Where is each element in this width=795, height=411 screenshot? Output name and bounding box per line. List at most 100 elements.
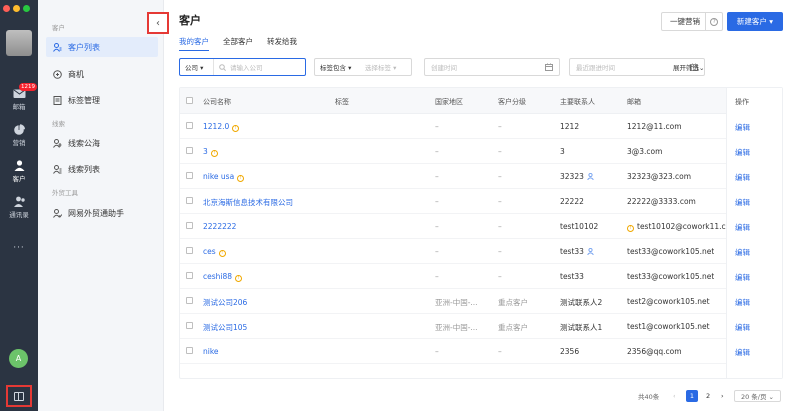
table-row: 测试公司105 亚洲-中国-... 重点客户 测试联系人1 test1@cowork10… — [180, 314, 782, 339]
edit-link[interactable]: 编辑 — [735, 322, 750, 333]
row-checkbox[interactable] — [186, 272, 193, 279]
row-checkbox[interactable] — [186, 222, 193, 229]
region-cell: – — [435, 197, 439, 206]
row-checkbox[interactable] — [186, 322, 193, 329]
maximize-window-button[interactable] — [23, 5, 30, 12]
table-row: 北京海斯信息技术有限公司 – – 22222 22222@3333.com — [180, 189, 782, 214]
sidebar-item-opportunity[interactable]: 商机 — [46, 64, 158, 84]
company-name-link[interactable]: 测试公司105 — [203, 323, 247, 332]
tab-my-customers[interactable]: 我的客户 — [179, 36, 209, 51]
minimize-window-button[interactable] — [13, 5, 20, 12]
contact-person-icon — [587, 248, 594, 255]
pagination-page-2[interactable]: 2 — [706, 390, 710, 402]
pagination-total: 共40条 — [638, 393, 660, 401]
one-click-marketing-button[interactable]: 一键营销 ? — [661, 12, 723, 31]
user-avatar[interactable]: A — [9, 349, 28, 368]
contact-person-icon — [587, 173, 594, 180]
pagination-next-button[interactable]: › — [721, 390, 724, 402]
company-field-select[interactable]: 公司 ▾ — [180, 59, 214, 75]
row-checkbox[interactable] — [186, 122, 193, 129]
opportunity-icon — [53, 69, 62, 79]
row-checkbox[interactable] — [186, 197, 193, 204]
window-controls — [3, 5, 30, 12]
page-size-select[interactable]: 20 条/页 ⌄ — [734, 390, 781, 402]
pagination-page-1[interactable]: 1 — [686, 390, 698, 402]
row-checkbox[interactable] — [186, 297, 193, 304]
table-row: nike usa! – – 32323 32323@323.com — [180, 164, 782, 189]
rail-item-label: 邮箱 — [12, 103, 26, 111]
edit-link[interactable]: 编辑 — [735, 272, 750, 283]
panel-toggle-button[interactable] — [6, 385, 32, 407]
pagination-prev-button[interactable]: ‹ — [673, 390, 676, 402]
sidebar-item-tag-management[interactable]: 标签管理 — [46, 90, 158, 110]
last-followup-placeholder: 最近跟进时间 — [576, 64, 615, 72]
table-row: ceshi88! – – test33 test33@cowork105.net — [180, 264, 782, 289]
column-header-grade: 客户分级 — [498, 98, 526, 106]
edit-link[interactable]: 编辑 — [735, 247, 750, 258]
company-name-link[interactable]: 2222222 — [203, 222, 236, 231]
rail-item-address-book[interactable]: 通讯录 — [0, 196, 38, 219]
company-name-link[interactable]: nike usa — [203, 172, 234, 181]
row-checkbox[interactable] — [186, 147, 193, 154]
rail-item-label: 客户 — [12, 175, 26, 183]
sidebar-item-lead-pool[interactable]: 线索公海 — [46, 133, 158, 153]
more-icon[interactable]: ··· — [0, 243, 38, 253]
edit-link[interactable]: 编辑 — [735, 172, 750, 183]
sidebar-item-label: 线索公海 — [68, 138, 100, 148]
help-button[interactable]: ? — [705, 13, 722, 30]
column-header-contact: 主要联系人 — [560, 98, 595, 106]
org-logo[interactable] — [6, 30, 32, 56]
rail-item-mail[interactable]: 1219 邮箱 — [0, 83, 38, 111]
edit-link[interactable]: 编辑 — [735, 197, 750, 208]
company-name-link[interactable]: 1212.0 — [203, 122, 229, 131]
tab-all-customers[interactable]: 全部客户 — [223, 36, 253, 51]
edit-link[interactable]: 编辑 — [735, 347, 750, 358]
edit-link[interactable]: 编辑 — [735, 122, 750, 133]
contact-cell: 1212 — [560, 122, 580, 131]
tab-forwarded-to-me[interactable]: 转发给我 — [267, 36, 297, 51]
page-title: 客户 — [179, 14, 201, 27]
close-window-button[interactable] — [3, 5, 10, 12]
email-cell: test33@cowork105.net — [627, 272, 715, 281]
edit-link[interactable]: 编辑 — [735, 297, 750, 308]
tag-mode-select[interactable]: 标签包含 ▾ — [315, 62, 365, 72]
table-header: 公司名称 标签 国家地区 客户分级 主要联系人 邮箱 — [180, 88, 782, 114]
rail-item-marketing[interactable]: 营销 — [0, 124, 38, 147]
company-name-link[interactable]: nike — [203, 347, 219, 356]
expand-filters-link[interactable]: 展开筛选⌄ — [673, 62, 704, 72]
company-name-link[interactable]: 3 — [203, 147, 208, 156]
contact-cell: 32323 — [560, 172, 584, 181]
table-row: 3! – – 3 3@3.com — [180, 139, 782, 164]
warning-icon: ! — [235, 275, 243, 282]
sidebar-item-customer-list[interactable]: 客户列表 — [46, 37, 158, 57]
chevron-left-icon: ‹ — [156, 17, 160, 29]
company-name-link[interactable]: ceshi88 — [203, 272, 232, 281]
section-title-trade-tools: 外贸工具 — [52, 189, 78, 197]
row-checkbox[interactable] — [186, 172, 193, 179]
company-name-link[interactable]: 测试公司206 — [203, 298, 247, 307]
pie-chart-icon — [13, 124, 25, 135]
edit-link[interactable]: 编辑 — [735, 222, 750, 233]
company-name-link[interactable]: 北京海斯信息技术有限公司 — [203, 198, 293, 207]
grade-cell: – — [498, 172, 502, 181]
sub-sidebar: 客户 客户列表 商机 标签管理 线索 线索公海 线索列表 外贸工具 网易外贸通助… — [38, 0, 164, 411]
tag-filter: 标签包含 ▾ 选择标签 ▾ — [314, 58, 412, 76]
row-checkbox[interactable] — [186, 347, 193, 354]
email-cell: test1@cowork105.net — [627, 322, 710, 331]
rail-item-customers[interactable]: 客户 — [0, 160, 38, 183]
company-name-link[interactable]: ces — [203, 247, 216, 256]
tag-select[interactable]: 选择标签 ▾ — [365, 62, 396, 72]
created-time-picker[interactable]: 创建时间 — [424, 58, 560, 76]
sidebar-item-label: 标签管理 — [68, 95, 100, 105]
select-all-checkbox[interactable] — [186, 97, 193, 104]
new-customer-button[interactable]: 新建客户 ▾ — [727, 12, 783, 31]
email-cell: 1212@11.com — [627, 122, 682, 131]
sidebar-item-label: 网易外贸通助手 — [68, 208, 124, 218]
contact-cell: 测试联系人2 — [560, 298, 603, 307]
grade-cell: – — [498, 197, 502, 206]
sidebar-item-lead-list[interactable]: 线索列表 — [46, 159, 158, 179]
row-checkbox[interactable] — [186, 247, 193, 254]
company-search-input[interactable]: 请输入公司 — [214, 62, 263, 72]
sidebar-item-trade-assistant[interactable]: 网易外贸通助手 — [46, 203, 158, 223]
edit-link[interactable]: 编辑 — [735, 147, 750, 158]
